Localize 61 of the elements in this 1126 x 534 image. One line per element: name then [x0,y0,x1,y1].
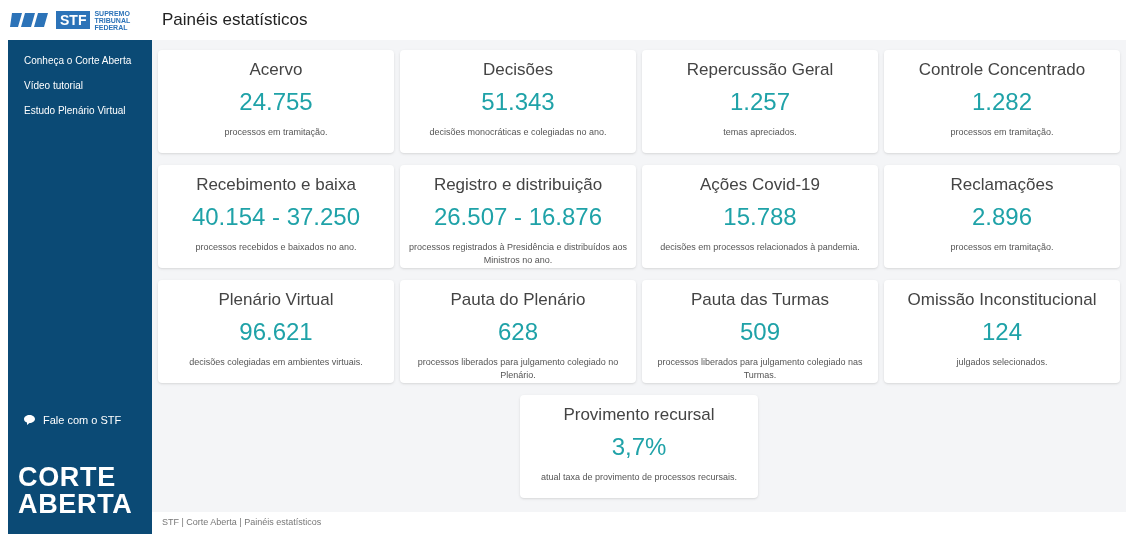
card-caption: processos em tramitação. [224,126,328,139]
logo-mark: STF [56,11,91,29]
card-title: Decisões [483,59,553,81]
footer-breadcrumb: STF | Corte Aberta | Painéis estatísticos [162,516,322,530]
stat-card[interactable]: Acervo 24.755 processos em tramitação. [158,50,394,153]
card-caption: processos recebidos e baixados no ano. [195,241,357,254]
chat-icon [24,414,35,425]
card-caption: decisões monocráticas e colegiadas no ano. [429,126,607,139]
card-value: 1.282 [971,87,1033,117]
stat-card[interactable]: Reclamações 2.896 processos em tramitação. [884,165,1120,268]
card-title: Repercussão Geral [686,59,834,81]
card-value: 51.343 [481,87,555,117]
card-title: Reclamações [950,174,1054,196]
card-value: 3,7% [611,432,667,462]
card-caption: processos liberados para julgamento colegiado no Plenário. [416,356,620,382]
card-value: 96.621 [239,317,313,347]
card-value: 628 [497,317,538,347]
card-value: 15.788 [723,202,797,232]
card-value: 40.154 - 37.250 [191,202,361,232]
card-caption: decisões colegiadas em ambientes virtuais. [189,356,363,369]
stat-card[interactable]: Controle Concentrado 1.282 processos em tramitação. [884,50,1120,153]
stat-card[interactable]: Recebimento e baixa 40.154 - 37.250 processos recebidos e baixados no ano. [158,165,394,268]
card-title: Acervo [249,59,303,81]
stat-card[interactable]: Registro e distribuição 26.507 - 16.876 processos registrados à Presidência e distribuídos aos Ministros no ano. [400,165,636,268]
stat-card[interactable]: Repercussão Geral 1.257 temas apreciados. [642,50,878,153]
card-title: Plenário Virtual [218,289,334,311]
card-caption: decisões em processos relacionados à pandemia. [660,241,860,254]
card-value: 26.507 - 16.876 [433,202,603,232]
card-title: Controle Concentrado [918,59,1086,81]
card-caption: julgados selecionados. [956,356,1048,369]
card-title: Pauta das Turmas [691,289,829,311]
contact-link[interactable]: Fale com o STF [8,411,152,428]
card-title: Provimento recursal [563,404,715,426]
card-caption: processos liberados para julgamento colegiado nas Turmas. [656,356,864,382]
card-value: 2.896 [971,202,1033,232]
card-caption: processos em tramitação. [950,126,1054,139]
card-caption: processos registrados à Presidência e distribuídos aos Ministros no ano. [408,241,628,267]
card-title: Omissão Inconstitucional [907,289,1097,311]
sidebar-item[interactable]: Estudo Plenário Virtual [8,98,152,123]
stat-card[interactable]: Provimento recursal 3,7% atual taxa de provimento de processos recursais. [520,395,758,498]
sidebar-item[interactable]: Conheça o Corte Aberta [8,48,152,73]
card-title: Ações Covid-19 [700,174,820,196]
stat-card[interactable]: Ações Covid-19 15.788 decisões em processos relacionados à pandemia. [642,165,878,268]
card-title: Recebimento e baixa [196,174,356,196]
card-value: 24.755 [239,87,313,117]
card-caption: processos em tramitação. [950,241,1054,254]
stat-card[interactable]: Omissão Inconstitucional 124 julgados selecionados. [884,280,1120,383]
card-title: Registro e distribuição [433,174,603,196]
card-title: Pauta do Plenário [450,289,586,311]
card-caption: temas apreciados. [723,126,797,139]
page-title: Painéis estatísticos [162,9,308,32]
stat-card[interactable]: Pauta do Plenário 628 processos liberados para julgamento colegiado no Plenário. [400,280,636,383]
stat-card[interactable]: Pauta das Turmas 509 processos liberados para julgamento colegiado nas Turmas. [642,280,878,383]
card-value: 1.257 [729,87,791,117]
brand-logo: CORTE ABERTA [17,464,134,518]
card-caption: atual taxa de provimento de processos recursais. [540,471,738,484]
stat-card[interactable]: Plenário Virtual 96.621 decisões colegiadas em ambientes virtuais. [158,280,394,383]
card-value: 124 [981,317,1022,347]
stat-card[interactable]: Decisões 51.343 decisões monocráticas e colegiadas no ano. [400,50,636,153]
card-value: 509 [739,317,780,347]
sidebar-item[interactable]: Vídeo tutorial [8,73,152,98]
